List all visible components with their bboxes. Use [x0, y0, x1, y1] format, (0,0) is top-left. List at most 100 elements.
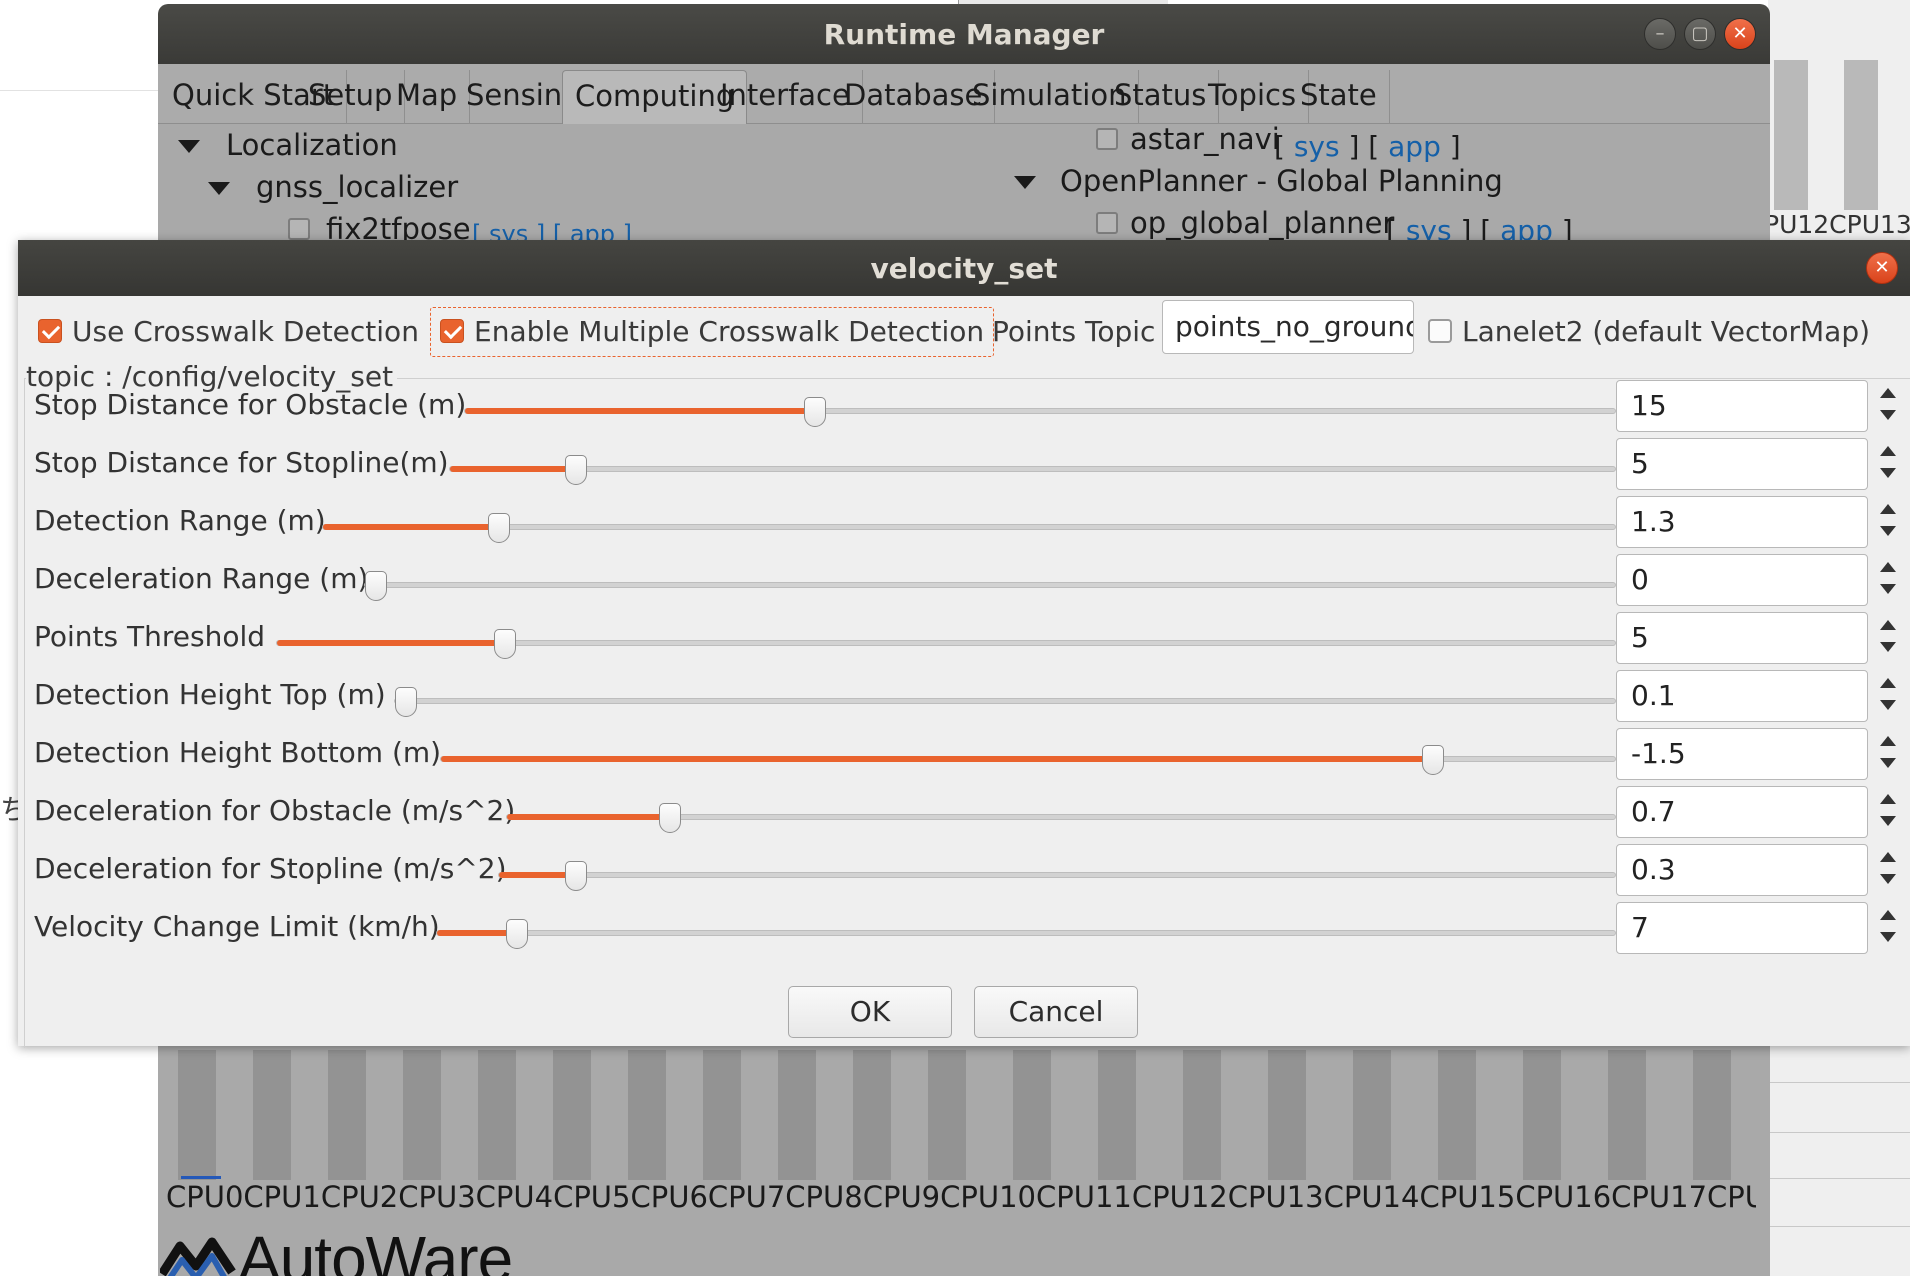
expand-triangle-icon[interactable]: [1014, 176, 1036, 189]
param-slider[interactable]: [506, 803, 1616, 833]
spin-down-icon[interactable]: [1880, 932, 1896, 942]
spin-buttons[interactable]: [1876, 616, 1900, 660]
param-value-input[interactable]: 5: [1616, 612, 1868, 664]
param-slider[interactable]: [276, 629, 1616, 659]
checkbox-op-global-planner[interactable]: [1096, 212, 1118, 234]
param-slider[interactable]: [464, 397, 1616, 427]
maximize-icon[interactable]: ▢: [1684, 18, 1716, 50]
cpu-labels: CPU0CPU1CPU2CPU3CPU4CPU5CPU6CPU7CPU8CPU9…: [166, 1180, 1756, 1214]
spin-down-icon[interactable]: [1880, 874, 1896, 884]
param-value-input[interactable]: 0.1: [1616, 670, 1868, 722]
checkbox-fix2tfpose[interactable]: [288, 218, 310, 240]
link-sys[interactable]: sys: [1294, 130, 1340, 163]
spin-up-icon[interactable]: [1880, 504, 1896, 514]
cpu-bar: [1183, 1050, 1221, 1180]
spin-buttons[interactable]: [1876, 848, 1900, 892]
param-value-input[interactable]: 0.7: [1616, 786, 1868, 838]
checkbox-unchecked-icon[interactable]: [1428, 319, 1452, 343]
slider-handle[interactable]: [494, 629, 516, 659]
slider-handle[interactable]: [488, 513, 510, 543]
spin-down-icon[interactable]: [1880, 526, 1896, 536]
tree-item-astar-navi[interactable]: astar_navi: [1130, 122, 1280, 156]
param-slider[interactable]: [394, 687, 1616, 717]
spin-buttons[interactable]: [1876, 906, 1900, 950]
slider-fill: [437, 930, 514, 936]
spin-buttons[interactable]: [1876, 442, 1900, 486]
spin-buttons[interactable]: [1876, 732, 1900, 776]
close-icon[interactable]: ✕: [1724, 18, 1756, 50]
param-row: Deceleration Range (m) 0: [18, 554, 1910, 612]
spin-up-icon[interactable]: [1880, 910, 1896, 920]
ok-button[interactable]: OK: [788, 986, 952, 1038]
slider-handle[interactable]: [395, 687, 417, 717]
expand-triangle-icon[interactable]: [208, 182, 230, 195]
spin-buttons[interactable]: [1876, 558, 1900, 602]
spin-up-icon[interactable]: [1880, 562, 1896, 572]
slider-handle[interactable]: [1422, 745, 1444, 775]
spin-down-icon[interactable]: [1880, 410, 1896, 420]
spin-down-icon[interactable]: [1880, 758, 1896, 768]
slider-handle[interactable]: [506, 919, 528, 949]
param-slider[interactable]: [498, 861, 1616, 891]
cpu-bar: [1268, 1050, 1306, 1180]
spin-up-icon[interactable]: [1880, 620, 1896, 630]
checkbox-astar-navi[interactable]: [1096, 128, 1118, 150]
points-topic-input[interactable]: points_no_ground: [1162, 300, 1414, 354]
background-row-divider: [1768, 1082, 1910, 1083]
tree-group-openplanner[interactable]: OpenPlanner - Global Planning: [1060, 164, 1503, 198]
spin-down-icon[interactable]: [1880, 700, 1896, 710]
slider-handle[interactable]: [565, 455, 587, 485]
slider-handle[interactable]: [804, 397, 826, 427]
param-slider[interactable]: [364, 571, 1616, 601]
link-app[interactable]: app: [1388, 130, 1441, 163]
tab-state[interactable]: State: [1288, 70, 1390, 124]
tree-subgroup-gnss-localizer[interactable]: gnss_localizer: [256, 170, 458, 204]
param-value-input[interactable]: 5: [1616, 438, 1868, 490]
spin-up-icon[interactable]: [1880, 794, 1896, 804]
expand-triangle-icon[interactable]: [178, 140, 200, 153]
minimize-icon[interactable]: –: [1644, 18, 1676, 50]
close-icon[interactable]: ✕: [1866, 252, 1898, 284]
lanelet2-checkbox[interactable]: Lanelet2 (default VectorMap): [1428, 310, 1870, 354]
param-value-input[interactable]: 0.3: [1616, 844, 1868, 896]
spin-up-icon[interactable]: [1880, 678, 1896, 688]
autoware-logo-text: AutoWare: [238, 1223, 513, 1276]
slider-handle[interactable]: [659, 803, 681, 833]
cpu-bar: [928, 1050, 966, 1180]
tree-item-op-global-planner[interactable]: op_global_planner: [1130, 206, 1394, 240]
spin-down-icon[interactable]: [1880, 642, 1896, 652]
param-value-input[interactable]: 0: [1616, 554, 1868, 606]
dialog-titlebar[interactable]: velocity_set ✕: [18, 240, 1910, 296]
spin-up-icon[interactable]: [1880, 446, 1896, 456]
slider-handle[interactable]: [565, 861, 587, 891]
spin-up-icon[interactable]: [1880, 852, 1896, 862]
checkbox-checked-icon[interactable]: [38, 319, 62, 343]
param-value-input[interactable]: 15: [1616, 380, 1868, 432]
param-slider[interactable]: [449, 455, 1616, 485]
param-value-input[interactable]: -1.5: [1616, 728, 1868, 780]
spin-buttons[interactable]: [1876, 500, 1900, 544]
param-slider[interactable]: [440, 745, 1616, 775]
spin-buttons[interactable]: [1876, 790, 1900, 834]
cpu-bar: [1608, 1050, 1646, 1180]
autoware-logo-icon: [160, 1237, 236, 1276]
checkbox-checked-icon[interactable]: [440, 319, 464, 343]
spin-down-icon[interactable]: [1880, 468, 1896, 478]
cancel-button[interactable]: Cancel: [974, 986, 1138, 1038]
spin-up-icon[interactable]: [1880, 736, 1896, 746]
tree-group-localization[interactable]: Localization: [226, 128, 398, 162]
spin-down-icon[interactable]: [1880, 816, 1896, 826]
multi-crosswalk-checkbox[interactable]: Enable Multiple Crosswalk Detection: [440, 310, 984, 354]
param-slider[interactable]: [322, 513, 1616, 543]
spin-buttons[interactable]: [1876, 674, 1900, 718]
param-value-input[interactable]: 7: [1616, 902, 1868, 954]
param-slider[interactable]: [436, 919, 1616, 949]
spin-down-icon[interactable]: [1880, 584, 1896, 594]
param-value-input[interactable]: 1.3: [1616, 496, 1868, 548]
spin-up-icon[interactable]: [1880, 388, 1896, 398]
runtime-manager-titlebar[interactable]: Runtime Manager – ▢ ✕: [158, 4, 1770, 64]
use-crosswalk-checkbox[interactable]: Use Crosswalk Detection: [38, 310, 419, 354]
spin-buttons[interactable]: [1876, 384, 1900, 428]
slider-handle[interactable]: [365, 571, 387, 601]
cpu-bar: [553, 1050, 591, 1180]
